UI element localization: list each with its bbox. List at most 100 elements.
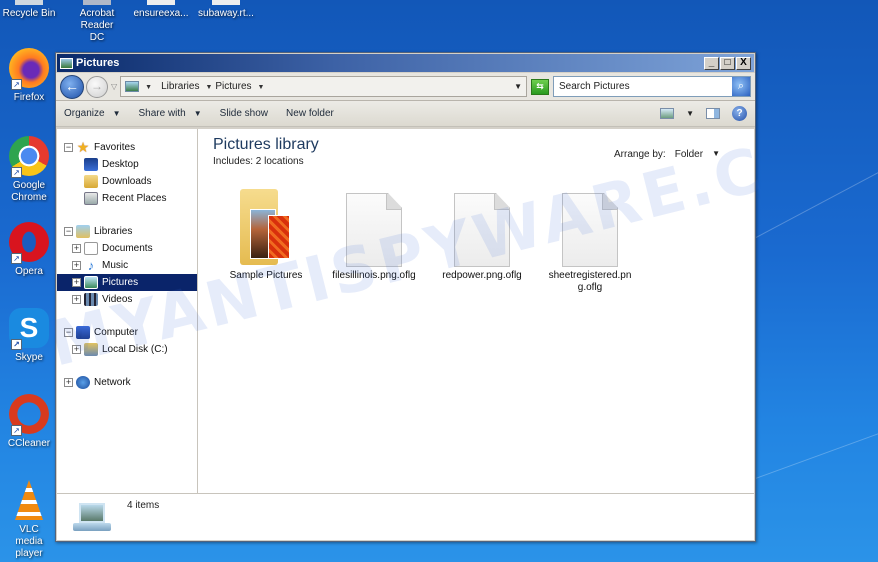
tree-item-desktop[interactable]: Desktop xyxy=(57,156,197,173)
shortcut-arrow-icon: ↗ xyxy=(11,79,22,90)
blank-file-icon xyxy=(454,193,510,267)
new-folder-button[interactable]: New folder xyxy=(286,108,334,119)
organize-button[interactable]: Organize ▼ xyxy=(64,108,121,119)
recycle-bin-icon xyxy=(15,0,43,5)
minimize-button[interactable]: _ xyxy=(704,56,719,70)
search-icon[interactable]: ⌕ xyxy=(732,77,750,96)
tree-item-music[interactable]: + ♪ Music xyxy=(57,257,197,274)
chrome-icon: ↗ xyxy=(9,136,49,178)
shortcut-arrow-icon: ↗ xyxy=(11,425,22,436)
title-bar[interactable]: Pictures _ □ X xyxy=(57,54,754,72)
collapse-icon[interactable]: − xyxy=(64,328,73,337)
breadcrumb-pictures[interactable]: ▼ Pictures xyxy=(205,81,251,92)
tree-item-videos[interactable]: + Videos xyxy=(57,291,197,308)
navigation-bar: ← → ▽ ▼ Libraries ▼Pictures ▼ ▼ ⇆ ⌕ xyxy=(56,73,755,101)
expand-icon[interactable]: + xyxy=(72,261,81,270)
recent-places-icon xyxy=(84,192,98,205)
desktop-icon-acrobat[interactable]: Acrobat Reader DC xyxy=(62,0,132,44)
explorer-window: Pictures _ □ X ← → ▽ ▼ Libraries ▼ Pictur… xyxy=(55,52,756,542)
view-options-dropdown-icon[interactable]: ▼ xyxy=(686,109,694,118)
tree-item-documents[interactable]: + Documents xyxy=(57,240,197,257)
videos-icon xyxy=(84,293,98,306)
pictures-icon xyxy=(84,276,98,289)
expand-icon[interactable]: + xyxy=(72,345,81,354)
tree-item-network[interactable]: + Network xyxy=(57,374,197,391)
file-list-pane: Pictures library Includes: 2 locations A… xyxy=(198,129,754,493)
chevron-down-icon: ▼ xyxy=(712,149,720,158)
share-with-button[interactable]: Share with ▼ xyxy=(139,108,202,119)
navigation-pane: − ★ Favorites Desktop Downloads Recent P… xyxy=(57,129,198,493)
picture-folder-icon xyxy=(240,189,292,267)
tree-item-favorites[interactable]: − ★ Favorites xyxy=(57,139,197,156)
file-item-redpower[interactable]: redpower.png.oflg xyxy=(428,183,536,294)
tree-item-recent-places[interactable]: Recent Places xyxy=(57,190,197,207)
search-input[interactable] xyxy=(554,81,732,92)
slide-show-button[interactable]: Slide show xyxy=(220,108,268,119)
pictures-library-icon xyxy=(125,81,140,92)
chevron-down-icon: ▼ xyxy=(112,109,121,118)
desktop-icon-subaway[interactable]: subaway.rt... xyxy=(191,0,261,20)
history-dropdown-icon[interactable]: ▽ xyxy=(111,82,117,91)
address-dropdown-icon[interactable]: ▼ xyxy=(514,82,522,91)
expand-icon[interactable]: + xyxy=(72,295,81,304)
network-icon xyxy=(76,376,90,389)
address-bar[interactable]: ▼ Libraries ▼ Pictures ▼ ▼ xyxy=(120,76,527,97)
search-box: ⌕ xyxy=(553,76,751,97)
help-icon[interactable]: ? xyxy=(732,106,747,121)
chevron-down-icon: ▼ xyxy=(193,109,202,118)
desktop-icon xyxy=(84,158,98,171)
pictures-folder-icon xyxy=(60,57,73,69)
tree-item-pictures[interactable]: + Pictures xyxy=(57,274,197,291)
desktop-icon-firefox[interactable]: ↗ Firefox xyxy=(0,48,58,104)
item-count: 4 items xyxy=(127,500,160,511)
desktop-icon-chrome[interactable]: ↗ Google Chrome xyxy=(0,136,58,204)
document-icon xyxy=(147,0,175,5)
shortcut-arrow-icon: ↗ xyxy=(11,339,22,350)
tree-item-local-disk[interactable]: + Local Disk (C:) xyxy=(57,341,197,358)
blank-file-icon xyxy=(562,193,618,267)
documents-icon xyxy=(84,242,98,255)
desktop-icon-ccleaner[interactable]: ↗ CCleaner xyxy=(0,394,58,450)
computer-icon xyxy=(76,326,90,339)
desktop-icon-vlc[interactable]: VLC media player xyxy=(0,480,58,560)
refresh-button[interactable]: ⇆ xyxy=(531,78,549,95)
expand-icon[interactable]: + xyxy=(64,378,73,387)
file-item-sheetregistered[interactable]: sheetregistered.png.oflg xyxy=(536,183,644,294)
shortcut-arrow-icon: ↗ xyxy=(11,253,22,264)
file-grid: Sample Pictures filesillinois.png.oflg r… xyxy=(212,183,644,294)
breadcrumb-libraries[interactable]: Libraries xyxy=(161,81,199,92)
collapse-icon[interactable]: − xyxy=(64,143,73,152)
file-item-sample-pictures[interactable]: Sample Pictures xyxy=(212,183,320,294)
preview-pane-icon[interactable] xyxy=(706,108,720,119)
firefox-icon: ↗ xyxy=(9,48,49,90)
main-area: − ★ Favorites Desktop Downloads Recent P… xyxy=(57,129,754,493)
music-note-icon: ♪ xyxy=(87,258,95,273)
expand-icon[interactable]: + xyxy=(72,244,81,253)
back-button[interactable]: ← xyxy=(60,74,84,99)
desktop-icon-skype[interactable]: S ↗ Skype xyxy=(0,308,58,364)
desktop-icon-ensureexa[interactable]: ensureexa... xyxy=(126,0,196,20)
tree-item-computer[interactable]: − Computer xyxy=(57,324,197,341)
breadcrumb-root-arrow[interactable]: ▼ xyxy=(145,81,155,92)
file-item-filesillinois[interactable]: filesillinois.png.oflg xyxy=(320,183,428,294)
window-title: Pictures xyxy=(76,57,120,69)
libraries-icon xyxy=(76,225,90,238)
forward-button[interactable]: → xyxy=(86,75,108,98)
star-icon: ★ xyxy=(76,139,90,155)
tree-item-downloads[interactable]: Downloads xyxy=(57,173,197,190)
arrange-by-control[interactable]: Arrange by: Folder ▼ xyxy=(614,149,720,160)
command-bar: Organize ▼ Share with ▼ Slide show New fol… xyxy=(56,101,755,127)
vlc-icon xyxy=(15,480,43,520)
collapse-icon[interactable]: − xyxy=(64,227,73,236)
breadcrumb-children-arrow[interactable]: ▼ xyxy=(258,81,268,92)
close-button[interactable]: X xyxy=(736,56,751,70)
details-pane: 4 items xyxy=(57,493,754,540)
change-view-icon[interactable] xyxy=(660,108,675,119)
local-disk-icon xyxy=(84,343,98,356)
expand-icon[interactable]: + xyxy=(72,278,81,287)
desktop-icon-recycle-bin[interactable]: Recycle Bin xyxy=(0,0,64,20)
maximize-button[interactable]: □ xyxy=(720,56,735,70)
tree-item-libraries[interactable]: − Libraries xyxy=(57,223,197,240)
shortcut-arrow-icon: ↗ xyxy=(11,167,22,178)
desktop-icon-opera[interactable]: ↗ Opera xyxy=(0,222,58,278)
